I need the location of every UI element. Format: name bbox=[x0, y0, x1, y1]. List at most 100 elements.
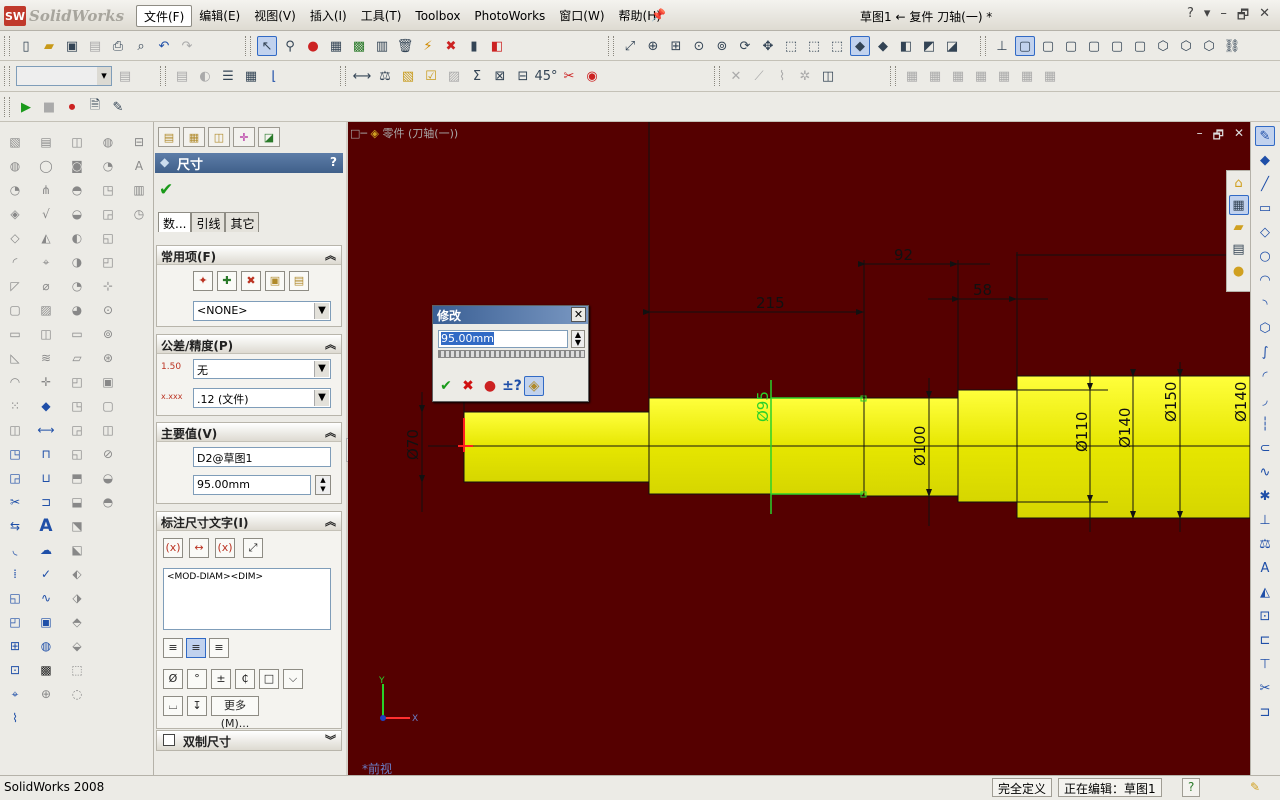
end-cap-icon[interactable]: ◷ bbox=[129, 204, 149, 224]
line-style-icon[interactable]: ▦ bbox=[241, 66, 261, 86]
modify-cancel-button[interactable]: ✖ bbox=[458, 376, 478, 396]
ok-checkmark-button[interactable]: ✔ bbox=[159, 180, 173, 200]
pattern-sketch-icon[interactable]: ⊐ bbox=[1255, 702, 1275, 722]
gusset-icon[interactable]: ▥ bbox=[129, 180, 149, 200]
trim-surface-icon[interactable]: ◰ bbox=[67, 372, 87, 392]
modify-close-button[interactable]: ✕ bbox=[571, 307, 586, 322]
record-icon[interactable]: ◧ bbox=[487, 36, 507, 56]
thicken-icon[interactable]: ◱ bbox=[67, 444, 87, 464]
minimize-button[interactable]: – bbox=[1220, 6, 1227, 28]
area-hatch-icon[interactable]: ▨ bbox=[36, 300, 56, 320]
status-help-icon[interactable]: ? bbox=[1182, 778, 1201, 797]
convert-entities-icon[interactable]: ⊏ bbox=[1255, 630, 1275, 650]
modify-reset-spin-button[interactable]: ±? bbox=[502, 376, 522, 396]
save-favorite-icon[interactable]: ▣ bbox=[265, 271, 285, 291]
reference-plane-icon[interactable]: ◱ bbox=[98, 228, 118, 248]
convert-icon[interactable]: ◳ bbox=[5, 444, 25, 464]
gtol-icon[interactable]: ⌖ bbox=[36, 252, 56, 272]
shaded-icon[interactable]: ◆ bbox=[873, 36, 893, 56]
new-macro-icon[interactable]: 🗎 bbox=[85, 97, 105, 117]
thumbwheel-slider[interactable] bbox=[438, 350, 585, 358]
delete-favorite-icon[interactable]: ✖ bbox=[241, 271, 261, 291]
cavity-icon[interactable]: ▢ bbox=[98, 396, 118, 416]
diameter-symbol-button[interactable]: Ø bbox=[163, 669, 183, 689]
scan-equal-icon[interactable]: ⊟ bbox=[513, 66, 533, 86]
trim-sketch-icon[interactable]: ✂ bbox=[1255, 678, 1275, 698]
status-tooltip-icon[interactable]: ✎ bbox=[1250, 780, 1260, 794]
detail-view-icon[interactable]: ⌖ bbox=[5, 684, 25, 704]
sweep-icon[interactable]: ◔ bbox=[5, 180, 25, 200]
display-relations-icon[interactable]: ▧ bbox=[398, 66, 418, 86]
restore-button[interactable]: 🗗 bbox=[1237, 6, 1249, 28]
offset-surface-icon[interactable]: ◑ bbox=[67, 252, 87, 272]
favorites-header[interactable]: 常用项(F) ︽ bbox=[157, 246, 341, 265]
circle-icon[interactable]: ○ bbox=[1255, 246, 1275, 266]
table-revision-icon[interactable]: ▦ bbox=[971, 66, 991, 86]
menu-window[interactable]: 窗口(W) bbox=[552, 5, 611, 27]
pan-icon[interactable]: ✥ bbox=[758, 36, 778, 56]
home-icon[interactable]: ⌂ bbox=[1229, 173, 1249, 193]
extend-surface-icon[interactable]: ▱ bbox=[67, 348, 87, 368]
save-icon[interactable]: ▣ bbox=[62, 36, 82, 56]
square-symbol-button[interactable]: □ bbox=[259, 669, 279, 689]
delete-icon[interactable]: 🗑 bbox=[395, 36, 415, 56]
menu-insert[interactable]: 插入(I) bbox=[303, 5, 354, 27]
trimetric-icon[interactable]: ⬡ bbox=[1176, 36, 1196, 56]
construction-geom-icon[interactable]: ⊤ bbox=[1255, 654, 1275, 674]
grid-options-icon[interactable]: ▦ bbox=[326, 36, 346, 56]
print-preview-icon[interactable]: ⌕ bbox=[131, 36, 151, 56]
coordinate-system-icon[interactable]: ⊹ bbox=[98, 276, 118, 296]
chevron-down-icon[interactable]: ▼ bbox=[314, 361, 329, 377]
lofted-surface-icon[interactable]: ◒ bbox=[67, 204, 87, 224]
mirror-sketch-icon[interactable]: ⚖ bbox=[1255, 534, 1275, 554]
solidworks-logo[interactable]: SW SolidWorks bbox=[4, 6, 124, 26]
centerline-symbol-button[interactable]: ₵ bbox=[235, 669, 255, 689]
tab-leaders[interactable]: 引线 bbox=[191, 212, 226, 232]
weld-symbol-icon[interactable]: ⋔ bbox=[36, 180, 56, 200]
center-mark-icon[interactable]: ✛ bbox=[36, 372, 56, 392]
check-mark-icon[interactable]: ✓ bbox=[36, 564, 56, 584]
collapse-icon[interactable]: ︽ bbox=[325, 513, 336, 529]
menu-toolbox[interactable]: Toolbox bbox=[408, 5, 467, 27]
menu-file[interactable]: 文件(F) bbox=[136, 5, 193, 27]
table-weld-icon[interactable]: ▦ bbox=[994, 66, 1014, 86]
perspective-icon[interactable]: ◩ bbox=[919, 36, 939, 56]
table-bom-icon[interactable]: ▦ bbox=[925, 66, 945, 86]
chamfer-icon[interactable]: ◸ bbox=[5, 276, 25, 296]
ordinate-dim-icon[interactable]: ⊐ bbox=[36, 492, 56, 512]
dim-label-58[interactable]: 58 bbox=[973, 281, 992, 299]
plus-minus-symbol-button[interactable]: ± bbox=[211, 669, 231, 689]
polygon-icon[interactable]: ⬡ bbox=[1255, 318, 1275, 338]
curve-icon[interactable]: ◍ bbox=[98, 132, 118, 152]
back-view-icon[interactable]: ▢ bbox=[1038, 36, 1058, 56]
revision-cloud-icon[interactable]: ☁ bbox=[36, 540, 56, 560]
split-line-icon[interactable]: ⬙ bbox=[67, 636, 87, 656]
hidden-removed-icon[interactable]: ⬚ bbox=[827, 36, 847, 56]
table-general-icon[interactable]: ▦ bbox=[1017, 66, 1037, 86]
angle-dim-icon[interactable]: 45° bbox=[534, 66, 557, 86]
viewport-restore-button[interactable]: 🗗 bbox=[1213, 126, 1224, 147]
dimension-text-header[interactable]: 标注尺寸文字(I) ︽ bbox=[157, 512, 341, 531]
dim-label-140[interactable]: Ø140 bbox=[1116, 408, 1134, 448]
linear-pattern-icon[interactable]: ⁞ bbox=[5, 564, 25, 584]
standard-3view-icon[interactable]: ⊞ bbox=[5, 636, 25, 656]
chevron-down-icon[interactable]: ▼ bbox=[314, 303, 329, 319]
extruded-surface-icon[interactable]: ◫ bbox=[67, 132, 87, 152]
text-sketch-icon[interactable]: A bbox=[1255, 558, 1275, 578]
left-view-icon[interactable]: ▢ bbox=[1061, 36, 1081, 56]
run-macro-icon[interactable]: ▶ bbox=[16, 97, 36, 117]
tab-value[interactable]: 数... bbox=[158, 212, 192, 232]
dim-label-100[interactable]: Ø100 bbox=[911, 426, 929, 466]
zoom-in-out-icon[interactable]: ⊙ bbox=[689, 36, 709, 56]
vertical-dim-icon[interactable]: ⊓ bbox=[36, 444, 56, 464]
projected-curve-icon[interactable]: ◳ bbox=[98, 180, 118, 200]
align-left-icon[interactable]: ≡ bbox=[163, 638, 183, 658]
tolerance-type-select[interactable]: 无 ▼ bbox=[193, 359, 331, 379]
view-link-icon[interactable]: ⛓ bbox=[1222, 36, 1242, 56]
print-icon[interactable]: ⎙ bbox=[108, 36, 128, 56]
modify-rebuild-button[interactable]: ● bbox=[480, 376, 500, 396]
smart-dim-sketch-icon[interactable]: ◆ bbox=[1255, 150, 1275, 170]
rotate-icon[interactable]: ⟳ bbox=[735, 36, 755, 56]
stop-macro-icon[interactable]: ■ bbox=[39, 97, 59, 117]
tooling-split-icon[interactable]: ◫ bbox=[98, 420, 118, 440]
